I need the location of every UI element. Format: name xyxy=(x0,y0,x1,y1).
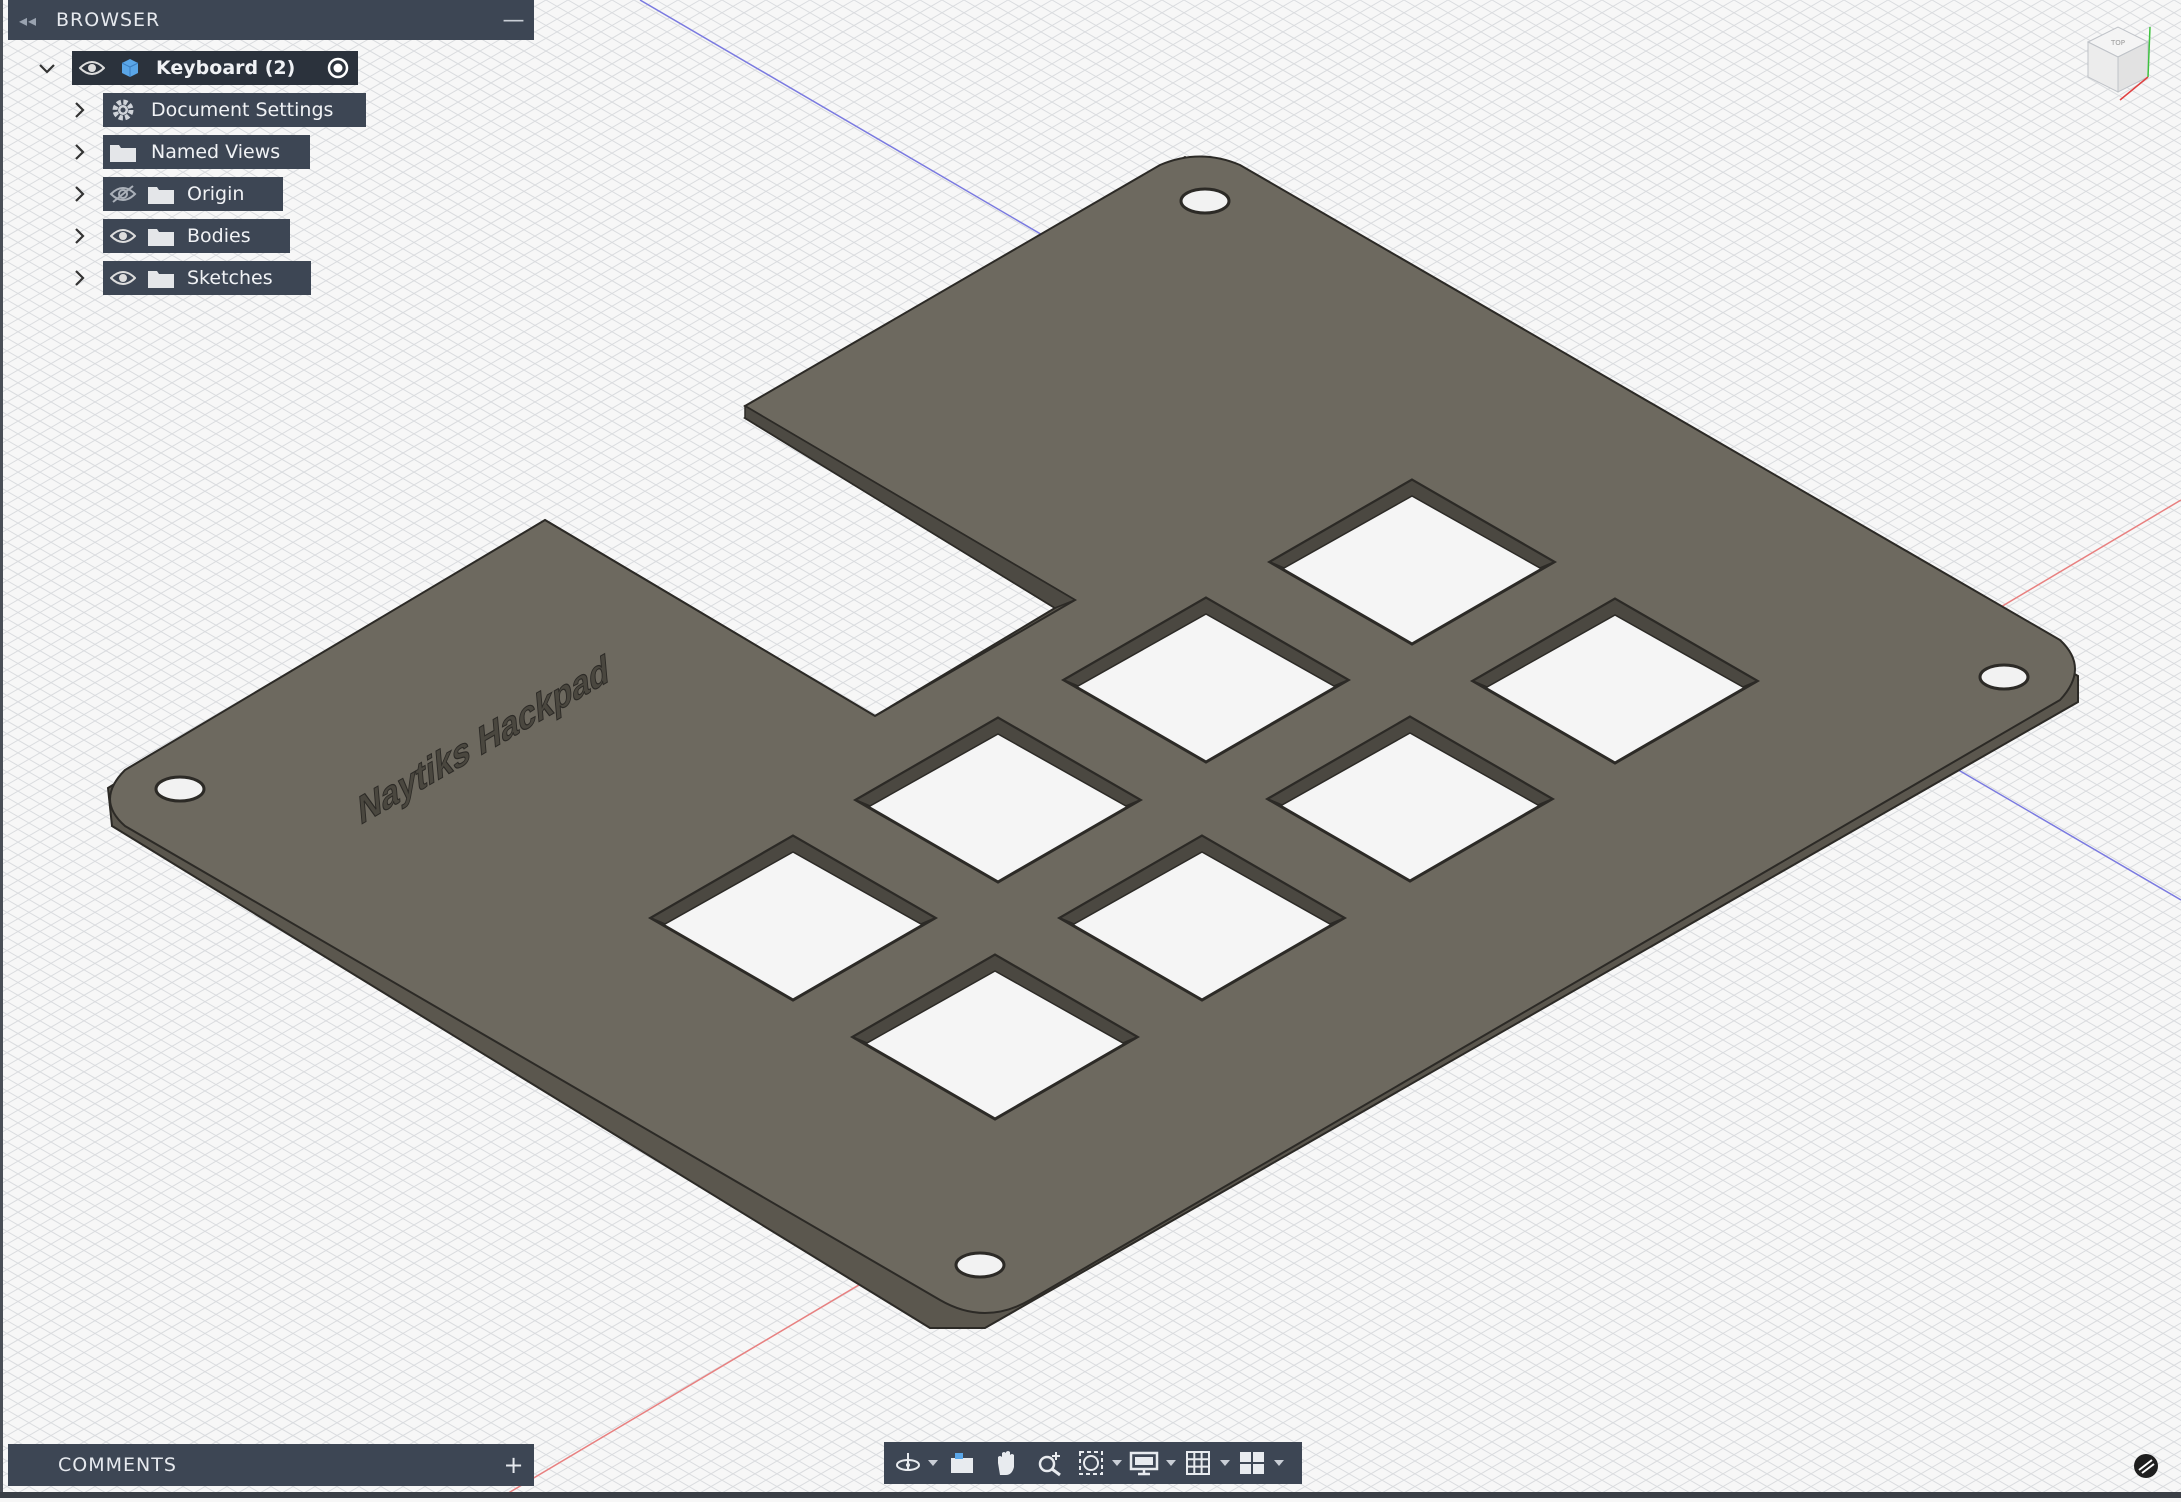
display-mode-icon[interactable] xyxy=(2132,1452,2160,1480)
pan-icon[interactable] xyxy=(984,1442,1028,1484)
browser-root-keyboard[interactable]: Keyboard (2) xyxy=(72,51,358,85)
eye-icon[interactable] xyxy=(103,219,143,253)
browser-item-origin[interactable]: Origin xyxy=(103,177,283,211)
chevron-right-icon[interactable] xyxy=(68,141,90,163)
grid-dropdown-icon[interactable] xyxy=(1218,1442,1232,1484)
display-dropdown-icon[interactable] xyxy=(1164,1442,1178,1484)
fit-dropdown-icon[interactable] xyxy=(1110,1442,1124,1484)
display-settings-icon[interactable] xyxy=(1124,1442,1164,1484)
component-icon xyxy=(112,51,148,85)
folder-icon xyxy=(143,219,179,253)
chevron-right-icon[interactable] xyxy=(68,183,90,205)
root-label: Keyboard (2) xyxy=(156,57,296,79)
look-at-icon[interactable] xyxy=(940,1442,984,1484)
folder-icon xyxy=(143,261,179,295)
model-canvas[interactable]: Naytiks Hackpad xyxy=(0,0,2181,1499)
orbit-icon[interactable] xyxy=(890,1442,926,1484)
canvas-viewport[interactable]: Naytiks Hackpad xyxy=(0,0,2181,1499)
collapse-panel-icon[interactable]: ◂◂ xyxy=(8,11,48,30)
svg-text:TOP: TOP xyxy=(2110,39,2125,47)
chevron-down-icon[interactable] xyxy=(36,57,58,79)
eye-icon[interactable] xyxy=(103,261,143,295)
add-comment-button[interactable]: + xyxy=(494,1451,534,1479)
item-label: Named Views xyxy=(151,141,281,163)
gear-icon xyxy=(103,93,143,127)
minimize-icon[interactable]: — xyxy=(494,8,534,33)
item-label: Bodies xyxy=(187,225,251,247)
mount-hole xyxy=(154,775,206,803)
browser-panel-header: ◂◂ BROWSER — xyxy=(8,0,534,40)
fit-icon[interactable] xyxy=(1072,1442,1110,1484)
viewports-icon[interactable] xyxy=(1232,1442,1272,1484)
window-left-edge xyxy=(0,0,3,1498)
folder-icon xyxy=(143,177,179,211)
folder-icon xyxy=(103,135,143,169)
comments-title: COMMENTS xyxy=(58,1454,177,1476)
mount-hole xyxy=(1179,187,1231,215)
eye-icon[interactable] xyxy=(72,51,112,85)
item-label: Sketches xyxy=(187,267,273,289)
chevron-right-icon[interactable] xyxy=(68,225,90,247)
browser-title: BROWSER xyxy=(56,9,161,31)
orbit-dropdown-icon[interactable] xyxy=(926,1442,940,1484)
item-label: Document Settings xyxy=(151,99,334,121)
navigation-toolbar xyxy=(884,1442,1302,1484)
eye-hidden-icon[interactable] xyxy=(103,177,143,211)
browser-item-bodies[interactable]: Bodies xyxy=(103,219,290,253)
mount-hole xyxy=(954,1251,1006,1279)
window-bottom-edge xyxy=(0,1492,2181,1498)
viewcube[interactable]: TOP xyxy=(2068,12,2168,112)
chevron-right-icon[interactable] xyxy=(68,99,90,121)
browser-item-sketches[interactable]: Sketches xyxy=(103,261,311,295)
comments-panel: COMMENTS + xyxy=(8,1444,534,1486)
browser-item-named-views[interactable]: Named Views xyxy=(103,135,310,169)
viewports-dropdown-icon[interactable] xyxy=(1272,1442,1286,1484)
browser-item-document-settings[interactable]: Document Settings xyxy=(103,93,366,127)
activate-radio-icon[interactable] xyxy=(318,51,358,85)
item-label: Origin xyxy=(187,183,245,205)
zoom-icon[interactable] xyxy=(1028,1442,1072,1484)
mount-hole xyxy=(1978,663,2030,691)
grid-icon[interactable] xyxy=(1178,1442,1218,1484)
chevron-right-icon[interactable] xyxy=(68,267,90,289)
